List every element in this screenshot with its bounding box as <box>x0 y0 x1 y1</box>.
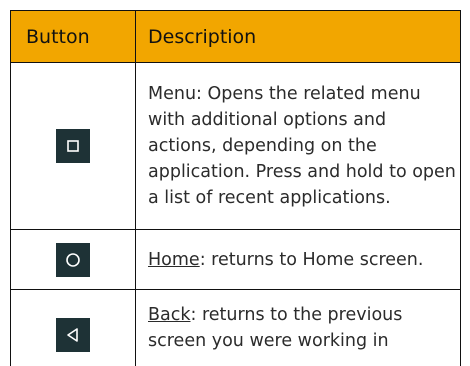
icon-cell-home <box>10 229 136 290</box>
header-button: Button <box>10 10 136 63</box>
description-home: Home: returns to Home screen. <box>135 229 461 290</box>
icon-cell-back <box>10 289 136 366</box>
home-link-text: Home <box>148 249 200 270</box>
table-header-row: Button Description <box>10 10 461 63</box>
header-description: Description <box>135 10 461 63</box>
table-row-menu: Menu: Opens the related menu with additi… <box>10 62 461 230</box>
triangle-back-icon <box>67 327 78 342</box>
home-description-text: : returns to Home screen. <box>199 249 424 270</box>
home-button[interactable] <box>56 242 90 277</box>
button-description-table: Button Description Menu: Opens the relat… <box>10 10 461 366</box>
description-back: Back: returns to the previous screen you… <box>135 289 461 366</box>
square-menu-icon <box>67 140 79 152</box>
icon-cell-menu <box>10 62 136 230</box>
circle-home-icon <box>66 252 80 267</box>
back-link-text: Back <box>148 305 191 325</box>
button-table-container: Button Description Menu: Opens the relat… <box>0 0 470 366</box>
description-menu: Menu: Opens the related menu with additi… <box>135 62 461 230</box>
menu-button[interactable] <box>56 129 90 163</box>
table-row-back: Back: returns to the previous screen you… <box>10 289 461 366</box>
back-button[interactable] <box>56 317 90 352</box>
table-row-home: Home: returns to Home screen. <box>10 229 461 290</box>
